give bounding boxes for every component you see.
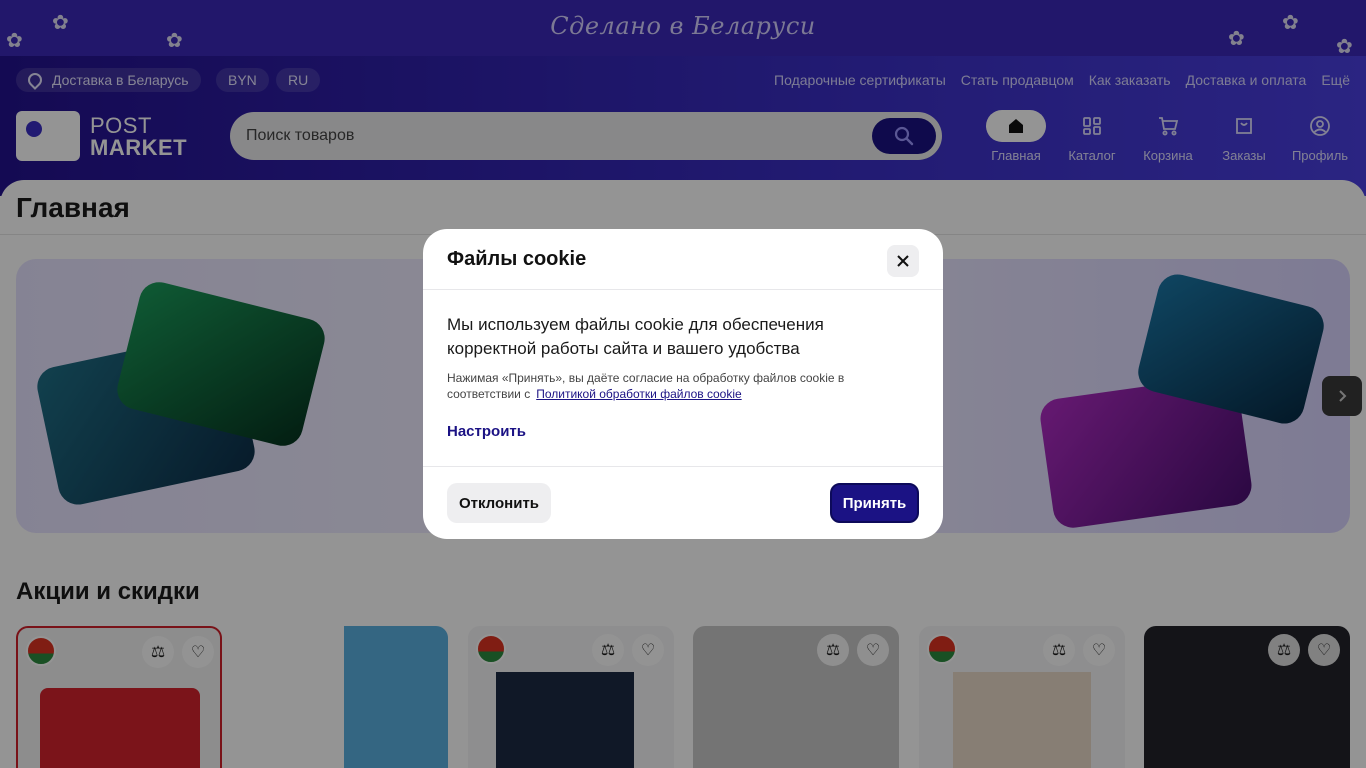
cookie-policy-link[interactable]: Политикой обработки файлов cookie	[536, 387, 741, 401]
divider	[423, 289, 943, 290]
divider	[423, 466, 943, 467]
configure-link[interactable]: Настроить	[447, 423, 526, 440]
cookie-dialog: Файлы cookie Мы используем файлы cookie …	[423, 229, 943, 539]
cookie-dialog-body: Мы используем файлы cookie для обеспечен…	[447, 315, 824, 358]
close-icon	[897, 255, 909, 267]
cookie-dialog-note: Нажимая «Принять», вы даёте согласие на …	[447, 370, 917, 402]
decline-button[interactable]: Отклонить	[447, 483, 551, 523]
accept-button[interactable]: Принять	[830, 483, 919, 523]
cookie-dialog-title: Файлы cookie	[447, 248, 587, 270]
close-button[interactable]	[887, 245, 919, 277]
